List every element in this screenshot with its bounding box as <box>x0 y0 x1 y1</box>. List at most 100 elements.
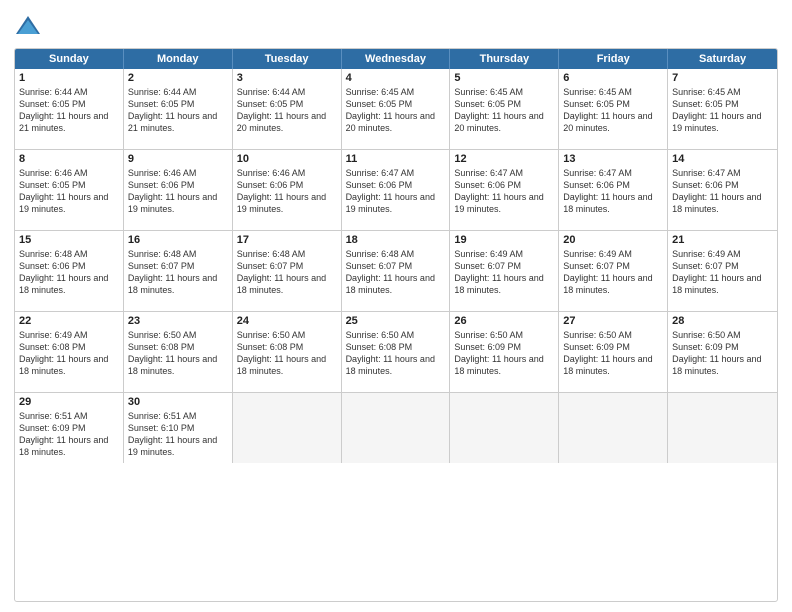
day-cell-24: 24Sunrise: 6:50 AMSunset: 6:08 PMDayligh… <box>233 312 342 392</box>
day-cell-21: 21 Sunrise: 6:49 AMSunset: 6:07 PMDayligh… <box>668 231 777 311</box>
day-cell-6: 6 Sunrise: 6:45 AMSunset: 6:05 PMDaylight… <box>559 69 668 149</box>
day-info: Sunrise: 6:45 AMSunset: 6:05 PMDaylight:… <box>563 86 663 135</box>
day-info: Sunrise: 6:44 AMSunset: 6:05 PMDaylight:… <box>237 86 337 135</box>
day-info: Sunrise: 6:46 AMSunset: 6:05 PMDaylight:… <box>19 167 119 216</box>
day-info: Sunrise: 6:50 AMSunset: 6:09 PMDaylight:… <box>454 329 554 378</box>
day-cell-19: 19 Sunrise: 6:49 AMSunset: 6:07 PMDayligh… <box>450 231 559 311</box>
day-info: Sunrise: 6:50 AMSunset: 6:09 PMDaylight:… <box>563 329 663 378</box>
day-number: 2 <box>128 72 228 84</box>
day-info: Sunrise: 6:45 AMSunset: 6:05 PMDaylight:… <box>672 86 773 135</box>
header-day-wednesday: Wednesday <box>342 49 451 69</box>
day-cell-4: 4Sunrise: 6:45 AMSunset: 6:05 PMDaylight… <box>342 69 451 149</box>
day-info: Sunrise: 6:49 AMSunset: 6:07 PMDaylight:… <box>563 248 663 297</box>
calendar-row-1: 1 Sunrise: 6:44 AMSunset: 6:05 PMDaylight… <box>15 69 777 149</box>
page: SundayMondayTuesdayWednesdayThursdayFrid… <box>0 0 792 612</box>
day-info: Sunrise: 6:49 AMSunset: 6:07 PMDaylight:… <box>672 248 773 297</box>
header-day-saturday: Saturday <box>668 49 777 69</box>
day-number: 17 <box>237 234 337 246</box>
header-day-tuesday: Tuesday <box>233 49 342 69</box>
day-number: 14 <box>672 153 773 165</box>
day-info: Sunrise: 6:48 AMSunset: 6:07 PMDaylight:… <box>237 248 337 297</box>
day-number: 21 <box>672 234 773 246</box>
day-info: Sunrise: 6:47 AMSunset: 6:06 PMDaylight:… <box>672 167 773 216</box>
day-cell-28: 28 Sunrise: 6:50 AMSunset: 6:09 PMDayligh… <box>668 312 777 392</box>
day-info: Sunrise: 6:50 AMSunset: 6:08 PMDaylight:… <box>346 329 446 378</box>
calendar-row-5: 29Sunrise: 6:51 AMSunset: 6:09 PMDayligh… <box>15 392 777 463</box>
day-cell-26: 26 Sunrise: 6:50 AMSunset: 6:09 PMDayligh… <box>450 312 559 392</box>
day-cell-5: 5 Sunrise: 6:45 AMSunset: 6:05 PMDaylight… <box>450 69 559 149</box>
day-info: Sunrise: 6:46 AMSunset: 6:06 PMDaylight:… <box>237 167 337 216</box>
day-info: Sunrise: 6:50 AMSunset: 6:09 PMDaylight:… <box>672 329 773 378</box>
day-cell-20: 20 Sunrise: 6:49 AMSunset: 6:07 PMDayligh… <box>559 231 668 311</box>
header-day-thursday: Thursday <box>450 49 559 69</box>
day-cell-18: 18Sunrise: 6:48 AMSunset: 6:07 PMDayligh… <box>342 231 451 311</box>
day-number: 9 <box>128 153 228 165</box>
day-cell-1: 1Sunrise: 6:44 AMSunset: 6:05 PMDaylight… <box>15 69 124 149</box>
day-number: 10 <box>237 153 337 165</box>
day-cell-11: 11 Sunrise: 6:47 AMSunset: 6:06 PMDayligh… <box>342 150 451 230</box>
day-cell-8: 8Sunrise: 6:46 AMSunset: 6:05 PMDaylight… <box>15 150 124 230</box>
day-info: Sunrise: 6:49 AMSunset: 6:08 PMDaylight:… <box>19 329 119 378</box>
calendar-header: SundayMondayTuesdayWednesdayThursdayFrid… <box>15 49 777 69</box>
day-cell-10: 10 Sunrise: 6:46 AMSunset: 6:06 PMDayligh… <box>233 150 342 230</box>
day-number: 1 <box>19 72 119 84</box>
calendar-body: 1 Sunrise: 6:44 AMSunset: 6:05 PMDaylight… <box>15 69 777 463</box>
day-number: 12 <box>454 153 554 165</box>
day-number: 22 <box>19 315 119 327</box>
day-cell-15: 15Sunrise: 6:48 AMSunset: 6:06 PMDayligh… <box>15 231 124 311</box>
day-number: 28 <box>672 315 773 327</box>
day-info: Sunrise: 6:47 AMSunset: 6:06 PMDaylight:… <box>346 167 446 216</box>
day-cell-9: 9 Sunrise: 6:46 AMSunset: 6:06 PMDaylight… <box>124 150 233 230</box>
day-number: 13 <box>563 153 663 165</box>
day-number: 4 <box>346 72 446 84</box>
day-info: Sunrise: 6:50 AMSunset: 6:08 PMDaylight:… <box>237 329 337 378</box>
day-info: Sunrise: 6:50 AMSunset: 6:08 PMDaylight:… <box>128 329 228 378</box>
header-day-friday: Friday <box>559 49 668 69</box>
day-info: Sunrise: 6:44 AMSunset: 6:05 PMDaylight:… <box>128 86 228 135</box>
day-number: 6 <box>563 72 663 84</box>
day-cell-25: 25 Sunrise: 6:50 AMSunset: 6:08 PMDayligh… <box>342 312 451 392</box>
day-info: Sunrise: 6:45 AMSunset: 6:05 PMDaylight:… <box>454 86 554 135</box>
empty-cell-r4c5 <box>559 393 668 463</box>
day-cell-12: 12 Sunrise: 6:47 AMSunset: 6:06 PMDayligh… <box>450 150 559 230</box>
day-number: 16 <box>128 234 228 246</box>
day-number: 25 <box>346 315 446 327</box>
day-info: Sunrise: 6:51 AMSunset: 6:10 PMDaylight:… <box>128 410 228 459</box>
empty-cell-r4c3 <box>342 393 451 463</box>
day-cell-22: 22 Sunrise: 6:49 AMSunset: 6:08 PMDayligh… <box>15 312 124 392</box>
day-number: 5 <box>454 72 554 84</box>
day-number: 26 <box>454 315 554 327</box>
empty-cell-r4c4 <box>450 393 559 463</box>
day-cell-13: 13 Sunrise: 6:47 AMSunset: 6:06 PMDayligh… <box>559 150 668 230</box>
day-info: Sunrise: 6:47 AMSunset: 6:06 PMDaylight:… <box>563 167 663 216</box>
day-info: Sunrise: 6:46 AMSunset: 6:06 PMDaylight:… <box>128 167 228 216</box>
day-cell-17: 17 Sunrise: 6:48 AMSunset: 6:07 PMDayligh… <box>233 231 342 311</box>
day-number: 23 <box>128 315 228 327</box>
calendar-row-3: 15Sunrise: 6:48 AMSunset: 6:06 PMDayligh… <box>15 230 777 311</box>
day-cell-14: 14 Sunrise: 6:47 AMSunset: 6:06 PMDayligh… <box>668 150 777 230</box>
day-info: Sunrise: 6:49 AMSunset: 6:07 PMDaylight:… <box>454 248 554 297</box>
day-cell-23: 23 Sunrise: 6:50 AMSunset: 6:08 PMDayligh… <box>124 312 233 392</box>
day-number: 20 <box>563 234 663 246</box>
day-cell-16: 16 Sunrise: 6:48 AMSunset: 6:07 PMDayligh… <box>124 231 233 311</box>
day-cell-27: 27 Sunrise: 6:50 AMSunset: 6:09 PMDayligh… <box>559 312 668 392</box>
day-number: 27 <box>563 315 663 327</box>
day-number: 7 <box>672 72 773 84</box>
calendar-row-2: 8Sunrise: 6:46 AMSunset: 6:05 PMDaylight… <box>15 149 777 230</box>
day-number: 15 <box>19 234 119 246</box>
day-number: 11 <box>346 153 446 165</box>
logo <box>14 12 46 40</box>
day-info: Sunrise: 6:48 AMSunset: 6:07 PMDaylight:… <box>128 248 228 297</box>
calendar-row-4: 22 Sunrise: 6:49 AMSunset: 6:08 PMDayligh… <box>15 311 777 392</box>
day-info: Sunrise: 6:48 AMSunset: 6:07 PMDaylight:… <box>346 248 446 297</box>
empty-cell-r4c6 <box>668 393 777 463</box>
calendar: SundayMondayTuesdayWednesdayThursdayFrid… <box>14 48 778 602</box>
empty-cell-r4c2 <box>233 393 342 463</box>
day-cell-3: 3Sunrise: 6:44 AMSunset: 6:05 PMDaylight… <box>233 69 342 149</box>
header-day-monday: Monday <box>124 49 233 69</box>
day-number: 29 <box>19 396 119 408</box>
day-info: Sunrise: 6:47 AMSunset: 6:06 PMDaylight:… <box>454 167 554 216</box>
day-number: 19 <box>454 234 554 246</box>
day-cell-7: 7 Sunrise: 6:45 AMSunset: 6:05 PMDaylight… <box>668 69 777 149</box>
header <box>14 12 778 40</box>
